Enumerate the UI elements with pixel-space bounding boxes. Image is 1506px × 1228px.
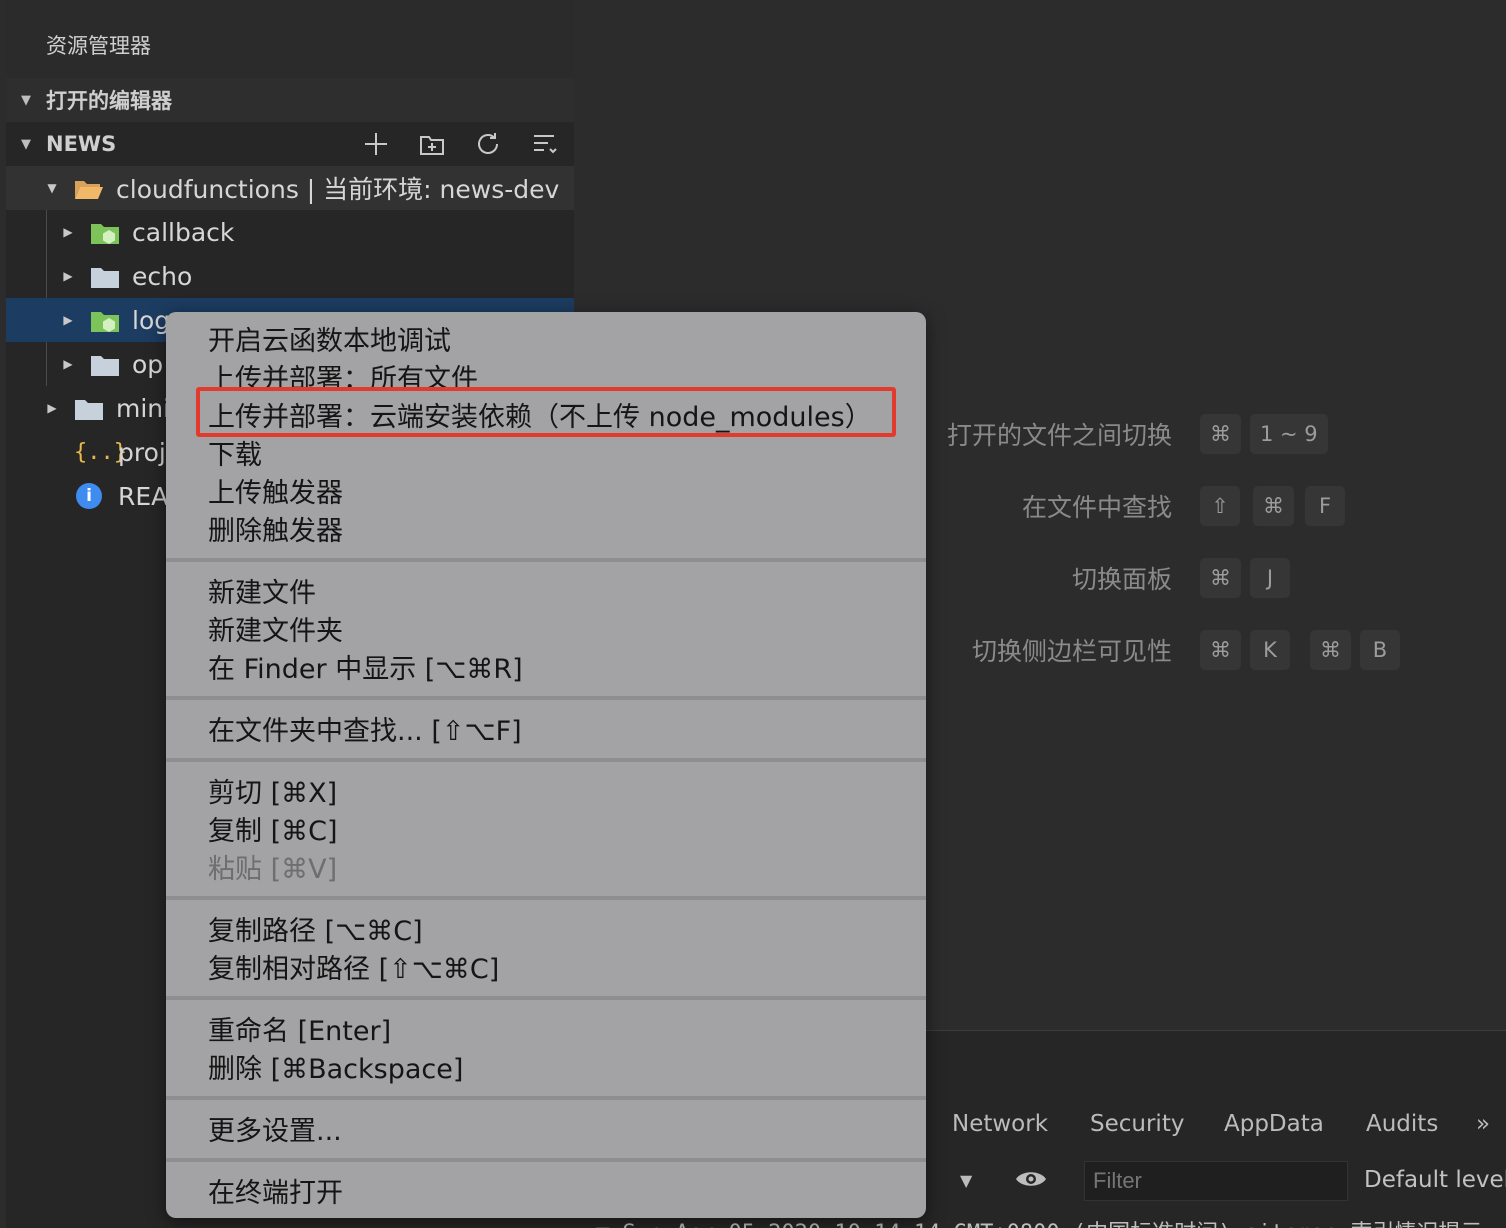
json-file-icon: {..} bbox=[74, 439, 127, 465]
folder-icon bbox=[74, 397, 104, 420]
chevron-down-icon: ▼ bbox=[47, 181, 57, 195]
menu-item-cut[interactable]: 剪切 [⌘X] bbox=[166, 771, 926, 809]
menu-item-reveal-in-finder[interactable]: 在 Finder 中显示 [⌥⌘R] bbox=[166, 647, 926, 685]
key-cap: ⌘ bbox=[1200, 630, 1241, 670]
menu-item-paste: 粘贴 [⌘V] bbox=[208, 853, 338, 885]
menu-separator bbox=[166, 1158, 926, 1162]
refresh-icon[interactable] bbox=[472, 128, 504, 160]
shortcut-label: 打开的文件之间切换 bbox=[946, 421, 1172, 450]
tree-item-label: op bbox=[132, 349, 164, 379]
chevron-right-icon: ▶ bbox=[47, 401, 57, 415]
menu-item-rename[interactable]: 重命名 [Enter] bbox=[166, 1009, 926, 1047]
annotation-highlight-box bbox=[196, 387, 896, 437]
menu-item-find-in-folder[interactable]: 在文件夹中查找... [⇧⌥F] bbox=[166, 709, 926, 747]
menu-item-new-folder[interactable]: 新建文件夹 bbox=[166, 609, 926, 647]
log-levels-dropdown[interactable]: Default levels bbox=[1364, 1167, 1506, 1193]
tab-appdata[interactable]: AppData bbox=[1224, 1111, 1324, 1137]
key-cap: ⌘ bbox=[1200, 414, 1241, 454]
menu-item-more-settings[interactable]: 更多设置... bbox=[166, 1109, 926, 1147]
key-cap: ⌘ bbox=[1310, 630, 1351, 670]
tree-item-cloudfunctions[interactable]: ▼ cloudfunctions | 当前环境: news-dev bbox=[6, 166, 574, 210]
project-label: NEWS bbox=[46, 132, 117, 156]
open-editors-label: 打开的编辑器 bbox=[46, 89, 172, 113]
key-cap: ⌘ bbox=[1200, 558, 1241, 598]
tab-network[interactable]: Network bbox=[952, 1111, 1048, 1137]
folder-icon bbox=[90, 265, 120, 288]
tree-item-label: log bbox=[132, 305, 171, 335]
menu-separator bbox=[166, 696, 926, 700]
folder-icon bbox=[90, 353, 120, 376]
key-cap: J bbox=[1250, 558, 1290, 598]
tree-item-callback[interactable]: ▶ callback bbox=[6, 210, 574, 254]
tree-item-label: callback bbox=[132, 217, 235, 247]
menu-item-new-file[interactable]: 新建文件 bbox=[166, 571, 926, 609]
shortcut-label: 切换面板 bbox=[1071, 565, 1172, 594]
tree-item-label: mini bbox=[116, 393, 171, 423]
new-folder-icon[interactable] bbox=[416, 128, 448, 160]
collapse-all-icon[interactable] bbox=[528, 128, 560, 160]
menu-item-download[interactable]: 下载 bbox=[166, 433, 926, 471]
menu-item-copy[interactable]: 复制 [⌘C] bbox=[166, 809, 926, 847]
menu-separator bbox=[166, 1096, 926, 1100]
shortcut-label: 切换侧边栏可见性 bbox=[971, 637, 1172, 666]
key-cap: K bbox=[1250, 630, 1290, 670]
menu-separator bbox=[166, 758, 926, 762]
menu-item-open-in-terminal[interactable]: 在终端打开 bbox=[166, 1171, 926, 1209]
new-file-icon[interactable] bbox=[360, 128, 392, 160]
chevron-right-icon: ▶ bbox=[63, 357, 73, 371]
open-editors-section[interactable]: ▼ 打开的编辑器 bbox=[6, 78, 574, 122]
tree-item-label: cloudfunctions | 当前环境: news-dev bbox=[116, 175, 560, 204]
context-dropdown-icon[interactable]: ▼ bbox=[960, 1171, 972, 1190]
menu-separator bbox=[166, 896, 926, 900]
cloud-function-folder-icon bbox=[90, 309, 120, 332]
menu-item-delete-trigger[interactable]: 删除触发器 bbox=[166, 509, 926, 547]
more-tabs-icon[interactable]: » bbox=[1476, 1111, 1490, 1137]
key-cap: F bbox=[1305, 486, 1345, 526]
tree-item-label: echo bbox=[132, 261, 193, 291]
context-menu: 开启云函数本地调试 上传并部署：所有文件 上传并部署：云端安装依赖（不上传 no… bbox=[166, 312, 926, 1218]
chevron-down-icon: ▼ bbox=[21, 136, 31, 152]
sidebar-title: 资源管理器 bbox=[6, 0, 574, 78]
project-actions bbox=[360, 122, 560, 166]
shortcut-label: 在文件中查找 bbox=[1021, 493, 1172, 522]
chevron-right-icon: ▶ bbox=[63, 225, 73, 239]
key-cap: ⇧ bbox=[1200, 486, 1240, 526]
info-icon: i bbox=[76, 483, 102, 509]
tab-security[interactable]: Security bbox=[1090, 1111, 1184, 1137]
tree-item-label: REA bbox=[118, 481, 169, 511]
chevron-right-icon: ▶ bbox=[63, 313, 73, 327]
cloud-function-folder-icon bbox=[90, 221, 120, 244]
console-filter-input[interactable] bbox=[1084, 1161, 1348, 1201]
project-section[interactable]: ▼ NEWS bbox=[6, 122, 574, 166]
menu-item-upload-trigger[interactable]: 上传触发器 bbox=[166, 471, 926, 509]
menu-item-copy-relative-path[interactable]: 复制相对路径 [⇧⌥⌘C] bbox=[166, 947, 926, 985]
key-cap: ⌘ bbox=[1253, 486, 1294, 526]
tab-audits[interactable]: Audits bbox=[1366, 1111, 1438, 1137]
chevron-down-icon: ▼ bbox=[21, 92, 31, 108]
tree-item-label: proj bbox=[118, 437, 166, 467]
chevron-right-icon: ▶ bbox=[63, 269, 73, 283]
menu-item-local-debug[interactable]: 开启云函数本地调试 bbox=[166, 319, 926, 357]
key-cap: 1 ~ 9 bbox=[1250, 414, 1328, 454]
menu-separator bbox=[166, 996, 926, 1000]
menu-item-copy-path[interactable]: 复制路径 [⌥⌘C] bbox=[166, 909, 926, 947]
eye-icon[interactable] bbox=[1014, 1167, 1048, 1191]
open-folder-icon bbox=[74, 177, 104, 199]
tree-item-echo[interactable]: ▶ echo bbox=[6, 254, 574, 298]
menu-item-delete[interactable]: 删除 [⌘Backspace] bbox=[166, 1047, 926, 1085]
menu-separator bbox=[166, 558, 926, 562]
key-cap: B bbox=[1360, 630, 1400, 670]
